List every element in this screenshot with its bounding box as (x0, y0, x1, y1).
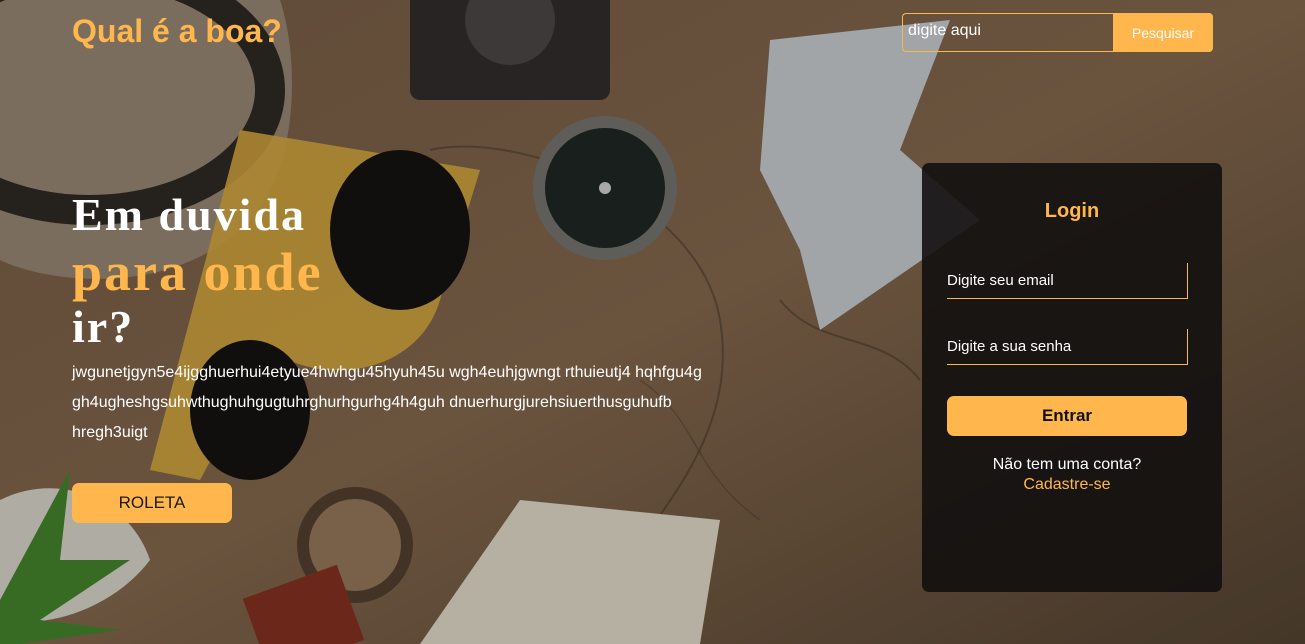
hero-heading-line2: para onde (72, 242, 323, 302)
hero-description: jwgunetjgyn5e4ijgghuerhui4etyue4hwhgu45h… (72, 364, 702, 441)
email-field[interactable] (947, 263, 1188, 299)
login-submit-button[interactable]: Entrar (947, 396, 1187, 436)
search-button[interactable]: Pesquisar (1113, 13, 1213, 52)
hero-heading-line1: Em duvida (72, 189, 307, 240)
signup-text: Não tem uma conta? (992, 456, 1142, 473)
search-input[interactable] (902, 13, 1113, 52)
login-card: Login Entrar Não tem uma conta? Cadastre… (922, 163, 1222, 592)
site-logo[interactable]: Qual é a boa? (72, 12, 282, 50)
roleta-button[interactable]: ROLETA (72, 483, 232, 523)
login-title: Login (1044, 200, 1100, 222)
signup-prompt: Não tem uma conta? Cadastre-se (922, 455, 1212, 495)
hero-section: Em duvida para onde ir? jwgunetjgyn5e4ij… (72, 188, 792, 448)
password-field[interactable] (947, 329, 1188, 365)
hero-heading-line3: ir? (72, 301, 135, 352)
signup-link[interactable]: Cadastre-se (922, 475, 1212, 495)
search-form: Pesquisar (902, 13, 1213, 52)
